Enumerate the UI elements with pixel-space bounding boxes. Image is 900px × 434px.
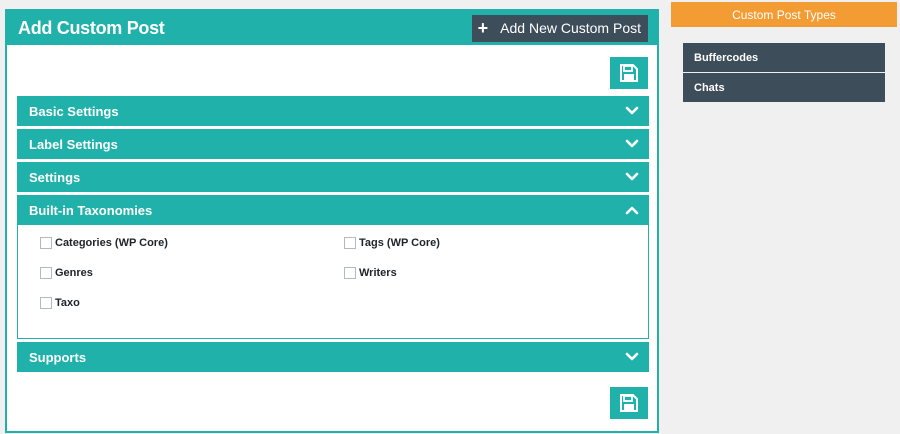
taxonomy-option: Taxo	[40, 297, 80, 309]
add-custom-post-panel: Add Custom Post + Add New Custom Post Ba…	[5, 9, 659, 433]
add-new-custom-post-button[interactable]: + Add New Custom Post	[471, 14, 648, 42]
taxonomy-label: Writers	[359, 267, 397, 279]
accordion-settings: Settings	[17, 162, 649, 192]
page-title: Add Custom Post	[18, 17, 165, 38]
add-new-custom-post-label: Add New Custom Post	[500, 20, 641, 36]
sidebar-item-chats[interactable]: Chats	[683, 73, 885, 102]
accordion-label: Settings	[29, 169, 81, 185]
accordion-label-settings: Label Settings	[17, 129, 649, 159]
taxonomy-label: Tags (WP Core)	[359, 237, 440, 249]
taxonomy-option: Tags (WP Core)	[344, 237, 440, 249]
chevron-down-icon	[625, 106, 639, 115]
taxonomy-option: Writers	[344, 267, 397, 279]
chevron-down-icon	[625, 139, 639, 148]
taxonomy-checkbox[interactable]	[40, 237, 52, 249]
accordion-label: Basic Settings	[29, 103, 119, 119]
chevron-up-icon	[625, 206, 639, 215]
taxonomies-body: Categories (WP Core) Tags (WP Core) Genr…	[17, 225, 649, 339]
accordion-label: Label Settings	[29, 136, 118, 152]
accordion-supports: Supports	[17, 342, 649, 372]
taxonomy-label: Genres	[55, 267, 93, 279]
accordion-label: Built-in Taxonomies	[29, 202, 153, 218]
taxonomy-option: Categories (WP Core)	[40, 237, 168, 249]
save-button-bottom[interactable]	[610, 387, 648, 419]
taxonomy-checkbox[interactable]	[344, 237, 356, 249]
taxonomy-label: Taxo	[55, 297, 80, 309]
plus-icon: +	[477, 18, 489, 38]
accordion-basic-settings: Basic Settings	[17, 96, 649, 126]
accordion-header-label-settings[interactable]: Label Settings	[17, 129, 649, 159]
accordion-header-built-in-taxonomies[interactable]: Built-in Taxonomies	[17, 195, 649, 225]
accordion-header-supports[interactable]: Supports	[17, 342, 649, 372]
accordion-header-basic-settings[interactable]: Basic Settings	[17, 96, 649, 126]
taxonomy-checkbox[interactable]	[40, 267, 52, 279]
taxonomy-label: Categories (WP Core)	[55, 237, 168, 249]
chevron-down-icon	[625, 172, 639, 181]
taxonomy-option: Genres	[40, 267, 93, 279]
save-button-top[interactable]	[610, 57, 648, 89]
floppy-disk-icon	[620, 64, 638, 82]
accordion-header-settings[interactable]: Settings	[17, 162, 649, 192]
sidebar-item-buffercodes[interactable]: Buffercodes	[683, 43, 885, 72]
taxonomy-checkbox[interactable]	[344, 267, 356, 279]
taxonomy-checkbox[interactable]	[40, 297, 52, 309]
custom-post-types-header[interactable]: Custom Post Types	[671, 2, 897, 27]
accordion-label: Supports	[29, 349, 87, 365]
panel-header: Add Custom Post + Add New Custom Post	[7, 11, 657, 45]
floppy-disk-icon	[620, 394, 638, 412]
chevron-down-icon	[625, 352, 639, 361]
accordion-built-in-taxonomies: Built-in Taxonomies Categories (WP Core)…	[17, 195, 649, 339]
